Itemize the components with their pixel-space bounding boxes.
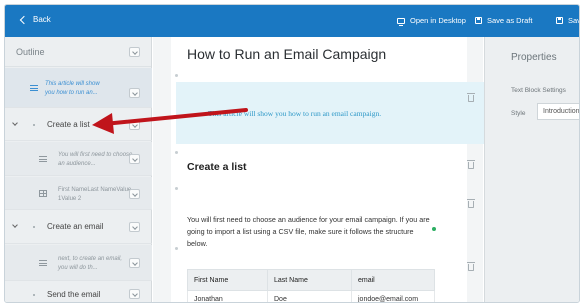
properties-section-label: Text Block Settings <box>511 87 566 94</box>
outline-item-text-block[interactable]: You will first need to choose an audienc… <box>5 142 152 176</box>
section-heading[interactable]: Create a list <box>187 161 247 173</box>
insert-block-handle[interactable] <box>175 151 178 154</box>
outline-item-create-an-email[interactable]: Create an email <box>5 211 152 244</box>
outline-panel: Outline This article will show you how t… <box>5 37 152 302</box>
paragraph-line: going to import a list using a CSV file,… <box>187 227 414 236</box>
save-icon <box>556 17 563 24</box>
outline-item-dropdown[interactable] <box>129 120 140 130</box>
outline-item-label: Create an email <box>47 222 104 231</box>
insert-block-handle[interactable] <box>175 74 178 77</box>
text-block-icon <box>30 85 38 92</box>
article-title[interactable]: How to Run an Email Campaign <box>187 46 386 62</box>
save-button[interactable]: Sav <box>556 16 580 25</box>
collapse-toggle-icon[interactable] <box>12 120 18 126</box>
outline-item-dropdown[interactable] <box>129 154 140 164</box>
bullet-icon <box>33 226 35 228</box>
outline-item-preview-line: you will do th... <box>58 265 98 271</box>
trash-icon[interactable] <box>467 160 475 169</box>
outline-item-preview-line: next, to create an email, <box>58 256 123 262</box>
outline-item-dropdown[interactable] <box>129 289 140 299</box>
outline-item-create-a-list[interactable]: Create a list <box>5 109 152 141</box>
outline-item-intro-text[interactable]: This article will show you how to run an… <box>5 68 152 108</box>
text-block-icon <box>39 260 47 267</box>
trash-icon[interactable] <box>467 93 475 102</box>
outline-item-dropdown[interactable] <box>129 88 140 98</box>
save-icon <box>475 17 482 24</box>
top-bar: Back Open in Desktop Save as Draft Sav <box>5 5 580 37</box>
outline-item-preview-line: You will first need to choose <box>58 152 133 158</box>
style-select-value: Introduction <box>543 108 580 115</box>
bullet-icon <box>33 294 35 296</box>
outline-item-label: Create a list <box>47 120 90 129</box>
table-cell[interactable]: Doe <box>267 290 352 302</box>
outline-item-preview-line: an audience... <box>58 161 96 167</box>
outline-item-dropdown[interactable] <box>129 222 140 232</box>
table-cell[interactable]: jondoe@email.com <box>351 290 435 302</box>
save-label: Sav <box>568 16 580 25</box>
outline-item-preview-line: First NameLast NameValue <box>58 187 132 193</box>
outline-item-table-block[interactable]: First NameLast NameValue 1Value 2 <box>5 177 152 210</box>
style-select[interactable]: Introduction <box>537 103 580 120</box>
save-as-draft-label: Save as Draft <box>487 16 533 25</box>
back-label: Back <box>33 15 51 24</box>
table-row: Jonathan Doe jondoe@email.com <box>187 290 435 302</box>
trash-icon[interactable] <box>467 199 475 208</box>
open-in-desktop-button[interactable]: Open in Desktop <box>397 16 466 26</box>
table-icon <box>39 190 47 197</box>
paragraph-line: You will first need to choose an audienc… <box>187 215 430 224</box>
table-header-cell[interactable]: First Name <box>187 269 268 291</box>
outline-item-label: Send the email <box>47 290 101 299</box>
outline-item-text-block[interactable]: next, to create an email, you will do th… <box>5 245 152 281</box>
outline-header: Outline <box>5 37 151 67</box>
intro-text: This article will show you how to run an… <box>208 109 382 118</box>
collapse-toggle-icon[interactable] <box>12 222 18 228</box>
outline-item-dropdown[interactable] <box>129 258 140 268</box>
text-block-icon <box>39 156 47 163</box>
insert-block-handle[interactable] <box>175 187 178 190</box>
outline-item-preview-line: 1Value 2 <box>58 196 82 202</box>
back-button[interactable]: Back <box>19 15 51 24</box>
outline-title: Outline <box>16 46 45 57</box>
data-table[interactable]: First Name Last Name email Jonathan Doe … <box>187 269 435 302</box>
editor-canvas: How to Run an Email Campaign This articl… <box>153 37 485 302</box>
properties-panel: Properties Text Block Settings Style Int… <box>484 37 580 302</box>
insert-block-handle[interactable] <box>175 247 178 250</box>
save-as-draft-button[interactable]: Save as Draft <box>475 16 532 25</box>
editor-window: Back Open in Desktop Save as Draft Sav O… <box>4 4 580 303</box>
trash-icon[interactable] <box>467 262 475 271</box>
properties-title: Properties <box>511 52 557 63</box>
paragraph-block[interactable]: You will first need to choose an audienc… <box>187 214 435 250</box>
outline-item-preview-line: This article will show <box>45 81 100 87</box>
open-in-desktop-label: Open in Desktop <box>410 16 466 25</box>
table-header-cell[interactable]: email <box>351 269 435 291</box>
table-header-cell[interactable]: Last Name <box>267 269 352 291</box>
outline-item-preview-line: you how to run an... <box>45 90 98 96</box>
status-indicator <box>432 227 436 231</box>
monitor-icon <box>397 17 405 26</box>
table-header-row: First Name Last Name email <box>187 269 435 291</box>
chevron-left-icon <box>19 15 29 24</box>
table-cell[interactable]: Jonathan <box>187 290 268 302</box>
outline-menu-dropdown[interactable] <box>129 47 140 57</box>
intro-text-block[interactable]: This article will show you how to run an… <box>176 82 485 144</box>
style-label: Style <box>511 110 526 117</box>
paragraph-line: below. <box>187 239 208 248</box>
outline-item-send-the-email[interactable]: Send the email <box>5 282 152 302</box>
bullet-icon <box>33 124 35 126</box>
outline-item-dropdown[interactable] <box>129 189 140 199</box>
